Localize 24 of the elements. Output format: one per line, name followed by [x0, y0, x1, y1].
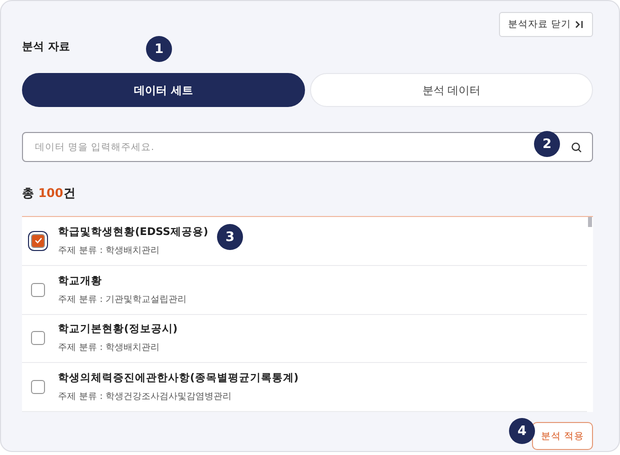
apply-button[interactable]: 분석 적용: [532, 422, 593, 450]
tab[interactable]: 분석 데이터: [310, 73, 593, 107]
checkmark-icon: [34, 236, 42, 246]
dataset-name[interactable]: 학교개황: [58, 274, 187, 288]
checkbox[interactable]: [31, 234, 45, 248]
collapse-right-icon: [575, 20, 584, 29]
scrollbar-thumb[interactable]: [588, 217, 592, 227]
section-title: 분석 자료: [22, 39, 70, 54]
search-icon[interactable]: [571, 142, 582, 152]
step-badge: 1: [146, 36, 172, 62]
dataset-category: 주제 분류 : 기관및학교설립관리: [58, 294, 187, 306]
checkbox[interactable]: [31, 380, 45, 394]
dataset-category: 주제 분류 : 학생건강조사검사및감염병관리: [58, 391, 233, 404]
dataset-category: 주제 분류 : 학생배치관리: [58, 342, 161, 354]
close-panel-button[interactable]: 분석자료 닫기: [498, 12, 593, 37]
dataset-category: 주제 분류 : 학생배치관리: [58, 244, 161, 257]
checkbox[interactable]: [31, 331, 45, 346]
dataset-name[interactable]: 학교기본현황(정보공시): [58, 322, 178, 336]
tab[interactable]: 데이터 세트: [22, 73, 305, 107]
total-count: 총 100건: [22, 185, 76, 202]
dataset-name[interactable]: 학생의체력증진에관한사항(종목별평균기록통계): [58, 371, 299, 386]
checkbox[interactable]: [31, 282, 45, 297]
step-badge: 4: [509, 418, 535, 444]
dataset-name[interactable]: 학급및학생현황(EDSS제공용): [58, 224, 208, 239]
